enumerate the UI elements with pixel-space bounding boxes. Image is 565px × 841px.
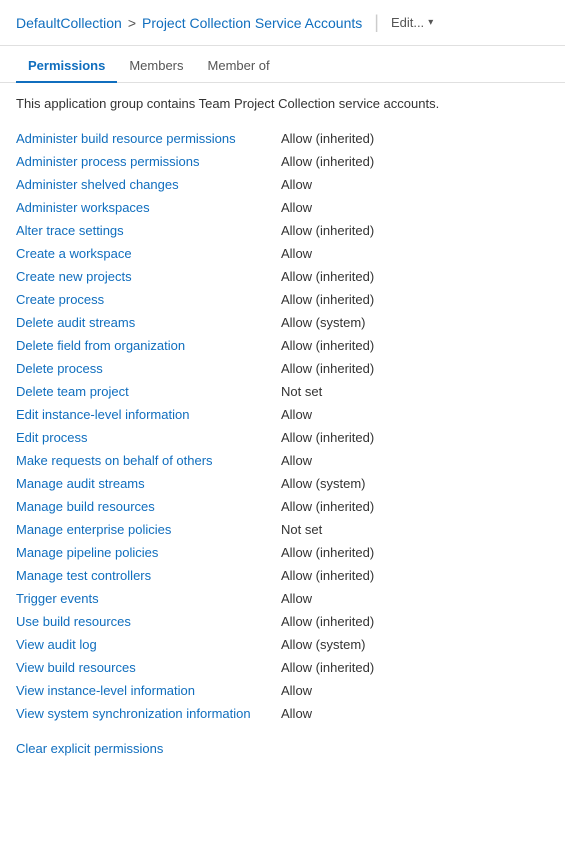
permission-value: Not set: [281, 384, 549, 399]
permission-value: Allow (inherited): [281, 568, 549, 583]
table-row: Administer build resource permissionsAll…: [16, 127, 549, 150]
permission-value: Allow (inherited): [281, 499, 549, 514]
table-row: Create new projectsAllow (inherited): [16, 265, 549, 288]
table-row: View build resourcesAllow (inherited): [16, 656, 549, 679]
table-row: View instance-level informationAllow: [16, 679, 549, 702]
edit-button[interactable]: Edit... ▾: [391, 15, 433, 30]
permission-name[interactable]: Delete field from organization: [16, 338, 281, 353]
table-row: Manage pipeline policiesAllow (inherited…: [16, 541, 549, 564]
table-row: Create a workspaceAllow: [16, 242, 549, 265]
table-row: Use build resourcesAllow (inherited): [16, 610, 549, 633]
permission-value: Allow: [281, 591, 549, 606]
permission-name[interactable]: Trigger events: [16, 591, 281, 606]
permission-value: Allow: [281, 246, 549, 261]
table-row: Manage test controllersAllow (inherited): [16, 564, 549, 587]
clear-explicit-permissions-link[interactable]: Clear explicit permissions: [16, 741, 163, 756]
permission-name[interactable]: View system synchronization information: [16, 706, 281, 721]
permission-name[interactable]: View build resources: [16, 660, 281, 675]
breadcrumb: DefaultCollection > Project Collection S…: [16, 15, 362, 31]
tab-members-label: Members: [129, 58, 183, 73]
permission-value: Allow (inherited): [281, 660, 549, 675]
permission-name[interactable]: Administer shelved changes: [16, 177, 281, 192]
permission-name[interactable]: Delete process: [16, 361, 281, 376]
table-row: Manage enterprise policiesNot set: [16, 518, 549, 541]
table-row: Manage audit streamsAllow (system): [16, 472, 549, 495]
permission-value: Not set: [281, 522, 549, 537]
permission-name[interactable]: Create new projects: [16, 269, 281, 284]
content: This application group contains Team Pro…: [0, 83, 565, 768]
permission-name[interactable]: Edit instance-level information: [16, 407, 281, 422]
breadcrumb-current[interactable]: Project Collection Service Accounts: [142, 15, 362, 31]
permission-value: Allow: [281, 407, 549, 422]
permission-value: Allow (inherited): [281, 361, 549, 376]
header: DefaultCollection > Project Collection S…: [0, 0, 565, 46]
table-row: Delete field from organizationAllow (inh…: [16, 334, 549, 357]
table-row: Edit processAllow (inherited): [16, 426, 549, 449]
permission-value: Allow: [281, 453, 549, 468]
table-row: Delete processAllow (inherited): [16, 357, 549, 380]
table-row: Delete audit streamsAllow (system): [16, 311, 549, 334]
table-row: Trigger eventsAllow: [16, 587, 549, 610]
table-row: Edit instance-level informationAllow: [16, 403, 549, 426]
permission-name[interactable]: Administer process permissions: [16, 154, 281, 169]
permission-name[interactable]: Edit process: [16, 430, 281, 445]
permission-name[interactable]: Use build resources: [16, 614, 281, 629]
permission-name[interactable]: Administer build resource permissions: [16, 131, 281, 146]
permission-value: Allow (inherited): [281, 154, 549, 169]
permission-name[interactable]: Delete team project: [16, 384, 281, 399]
table-row: Administer shelved changesAllow: [16, 173, 549, 196]
permission-name[interactable]: Manage build resources: [16, 499, 281, 514]
breadcrumb-separator: >: [128, 15, 136, 31]
tab-permissions-label: Permissions: [28, 58, 105, 73]
permission-name[interactable]: Manage enterprise policies: [16, 522, 281, 537]
table-row: Administer process permissionsAllow (inh…: [16, 150, 549, 173]
permission-value: Allow (system): [281, 315, 549, 330]
tabs-container: Permissions Members Member of: [0, 50, 565, 83]
permission-value: Allow (system): [281, 637, 549, 652]
permission-value: Allow: [281, 706, 549, 721]
permission-name[interactable]: View instance-level information: [16, 683, 281, 698]
tab-member-of[interactable]: Member of: [196, 50, 282, 83]
permission-value: Allow (system): [281, 476, 549, 491]
permission-value: Allow (inherited): [281, 430, 549, 445]
permissions-table: Administer build resource permissionsAll…: [16, 127, 549, 725]
permission-value: Allow (inherited): [281, 131, 549, 146]
permission-value: Allow (inherited): [281, 223, 549, 238]
permission-name[interactable]: Alter trace settings: [16, 223, 281, 238]
permission-value: Allow (inherited): [281, 545, 549, 560]
tab-members[interactable]: Members: [117, 50, 195, 83]
permission-name[interactable]: Create process: [16, 292, 281, 307]
description: This application group contains Team Pro…: [16, 95, 549, 113]
table-row: Administer workspacesAllow: [16, 196, 549, 219]
table-row: Manage build resourcesAllow (inherited): [16, 495, 549, 518]
permission-value: Allow (inherited): [281, 292, 549, 307]
permission-name[interactable]: View audit log: [16, 637, 281, 652]
dropdown-arrow-icon: ▾: [428, 17, 433, 28]
permission-value: Allow: [281, 200, 549, 215]
table-row: Create processAllow (inherited): [16, 288, 549, 311]
permission-value: Allow: [281, 177, 549, 192]
permission-name[interactable]: Make requests on behalf of others: [16, 453, 281, 468]
table-row: Alter trace settingsAllow (inherited): [16, 219, 549, 242]
table-row: Delete team projectNot set: [16, 380, 549, 403]
permission-name[interactable]: Create a workspace: [16, 246, 281, 261]
permission-name[interactable]: Delete audit streams: [16, 315, 281, 330]
permission-value: Allow: [281, 683, 549, 698]
permission-name[interactable]: Manage pipeline policies: [16, 545, 281, 560]
tab-permissions[interactable]: Permissions: [16, 50, 117, 83]
tab-member-of-label: Member of: [208, 58, 270, 73]
permission-value: Allow (inherited): [281, 269, 549, 284]
permission-name[interactable]: Manage test controllers: [16, 568, 281, 583]
breadcrumb-collection[interactable]: DefaultCollection: [16, 15, 122, 31]
table-row: View system synchronization informationA…: [16, 702, 549, 725]
edit-label: Edit...: [391, 15, 424, 30]
permission-name[interactable]: Manage audit streams: [16, 476, 281, 491]
permission-value: Allow (inherited): [281, 338, 549, 353]
permission-value: Allow (inherited): [281, 614, 549, 629]
table-row: View audit logAllow (system): [16, 633, 549, 656]
table-row: Make requests on behalf of othersAllow: [16, 449, 549, 472]
permission-name[interactable]: Administer workspaces: [16, 200, 281, 215]
header-divider: |: [374, 12, 379, 33]
